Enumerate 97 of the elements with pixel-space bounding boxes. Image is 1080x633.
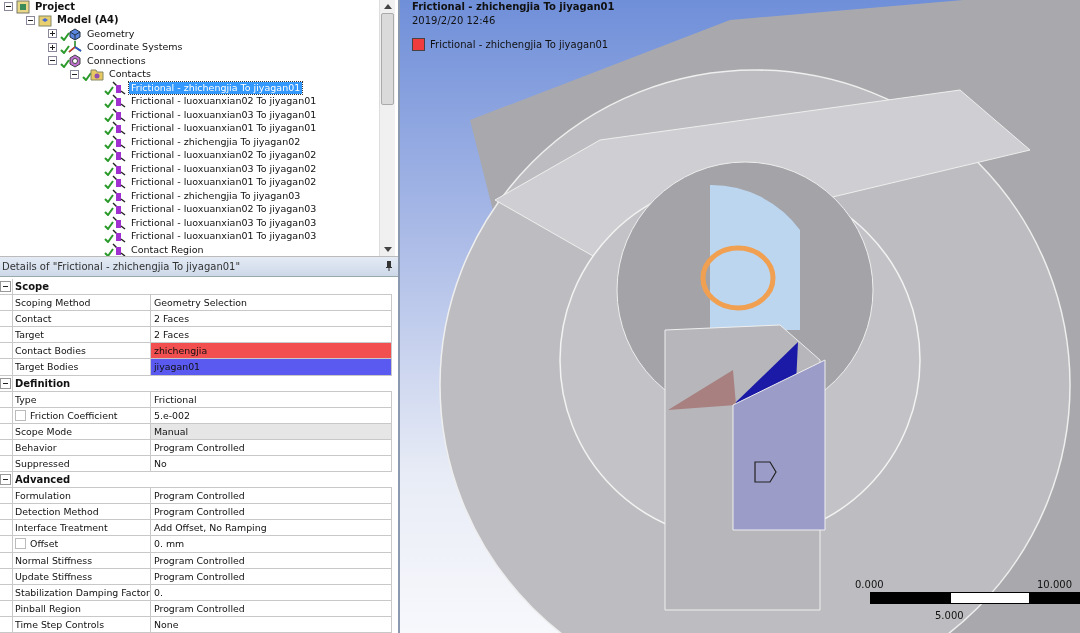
collapse-icon[interactable]: [48, 56, 57, 66]
property-value[interactable]: 2 Faces: [151, 311, 392, 327]
expand-icon[interactable]: [48, 29, 57, 39]
project-icon: [16, 0, 30, 14]
contact-icon: [112, 107, 126, 122]
tree-item[interactable]: Contact Region: [129, 243, 206, 256]
property-label: Scoping Method: [12, 295, 151, 311]
folder-icon: [90, 67, 104, 82]
scale-label: 5.000: [935, 610, 964, 621]
tree-item[interactable]: Contacts: [107, 68, 153, 81]
tree-item[interactable]: Connections: [85, 54, 148, 67]
tree-item[interactable]: Frictional - luoxuanxian03 To jiyagan03: [129, 216, 319, 229]
property-label: Update Stiffness: [12, 568, 151, 584]
contact-icon: [112, 148, 126, 163]
cube-icon: [68, 26, 82, 41]
contact-icon: [112, 94, 126, 109]
group-header[interactable]: Advanced: [12, 472, 392, 488]
contact-icon: [112, 134, 126, 149]
scroll-down-icon[interactable]: [383, 246, 392, 252]
tree-item[interactable]: Frictional - luoxuanxian03 To jiyagan01: [129, 108, 319, 121]
property-value[interactable]: Program Controlled: [151, 504, 392, 520]
contact-icon: [112, 175, 126, 190]
scroll-up-icon[interactable]: [383, 4, 392, 9]
result-title: Frictional - zhichengjia To jiyagan01: [412, 1, 615, 13]
property-label: Formulation: [12, 488, 151, 504]
property-value[interactable]: Program Controlled: [151, 600, 392, 616]
property-value[interactable]: Frictional: [151, 391, 392, 407]
expand-icon[interactable]: [48, 42, 57, 52]
contact-icon: [112, 202, 126, 217]
tree-item[interactable]: Frictional - luoxuanxian01 To jiyagan02: [129, 176, 319, 189]
group-header[interactable]: Scope: [12, 278, 392, 295]
checkbox[interactable]: [15, 538, 26, 550]
property-label: Type: [12, 391, 151, 407]
collapse-icon[interactable]: [4, 2, 13, 12]
scale-label: 10.000: [1037, 579, 1072, 591]
collapse-icon[interactable]: [0, 377, 11, 389]
property-label: Suppressed: [12, 455, 151, 472]
collapse-icon[interactable]: [26, 15, 35, 25]
property-value[interactable]: Geometry Selection: [151, 295, 392, 311]
contact-icon: [112, 161, 126, 176]
timestamp: 2019/2/20 12:46: [412, 15, 497, 27]
property-label: Interface Treatment: [12, 520, 151, 536]
legend-label: Frictional - zhichengjia To jiyagan01: [430, 39, 609, 50]
collapse-icon[interactable]: [0, 280, 11, 292]
property-label: Detection Method: [12, 504, 151, 520]
property-label: Normal Stiffness: [12, 552, 151, 568]
tree-item[interactable]: Frictional - luoxuanxian02 To jiyagan02: [129, 149, 319, 162]
group-header[interactable]: Definition: [12, 375, 392, 391]
property-value[interactable]: 0.: [151, 584, 392, 600]
property-value[interactable]: zhichengjia: [151, 343, 392, 359]
tree-item[interactable]: Coordinate Systems: [85, 41, 185, 54]
property-value[interactable]: Program Controlled: [151, 488, 392, 504]
property-value[interactable]: Add Offset, No Ramping: [151, 520, 392, 536]
property-label: Behavior: [12, 439, 151, 455]
scale-label: 0.000: [855, 579, 884, 591]
tree-item[interactable]: Frictional - luoxuanxian01 To jiyagan01: [129, 122, 319, 135]
connection-icon: [68, 53, 82, 68]
contact-icon: [112, 80, 126, 95]
contact-icon: [112, 121, 126, 136]
property-value[interactable]: None: [151, 616, 392, 632]
property-label: Pinball Region: [12, 600, 151, 616]
tree-item[interactable]: Frictional - zhichengjia To jiyagan02: [129, 135, 303, 148]
tree-item[interactable]: Geometry: [85, 27, 137, 40]
property-label: Time Step Controls: [12, 616, 151, 632]
tree-item[interactable]: Frictional - luoxuanxian03 To jiyagan02: [129, 162, 319, 175]
tree-item[interactable]: Frictional - luoxuanxian01 To jiyagan03: [129, 230, 319, 243]
property-value[interactable]: jiyagan01: [151, 359, 392, 375]
scroll-thumb[interactable]: [381, 13, 394, 105]
property-value[interactable]: 5.e-002: [151, 407, 392, 423]
property-label: Stabilization Damping Factor: [12, 584, 151, 600]
axes-icon: [68, 40, 82, 55]
pin-icon[interactable]: [386, 261, 392, 272]
property-label: Friction Coefficient: [30, 408, 118, 423]
property-value[interactable]: Program Controlled: [151, 439, 392, 455]
checkbox[interactable]: [15, 409, 26, 421]
collapse-icon[interactable]: [0, 474, 11, 486]
property-value[interactable]: 2 Faces: [151, 327, 392, 343]
contact-icon: [112, 242, 126, 256]
property-label: Target: [12, 327, 151, 343]
property-value[interactable]: Program Controlled: [151, 552, 392, 568]
contact-icon: [112, 215, 126, 230]
property-value[interactable]: No: [151, 455, 392, 472]
tree-item[interactable]: Model (A4): [55, 14, 121, 27]
model-icon: [38, 13, 52, 28]
collapse-icon[interactable]: [70, 69, 79, 79]
property-label: Offset: [30, 537, 59, 552]
tree-item[interactable]: Project: [33, 0, 78, 13]
tree-item[interactable]: Frictional - luoxuanxian02 To jiyagan01: [129, 95, 319, 108]
tree-item[interactable]: Frictional - luoxuanxian02 To jiyagan03: [129, 203, 319, 216]
details-title: Details of "Frictional - zhichengjia To jiyagan01": [2, 260, 241, 272]
contact-icon: [112, 188, 126, 203]
property-value[interactable]: Program Controlled: [151, 568, 392, 584]
tree-item[interactable]: Frictional - zhichengjia To jiyagan03: [129, 189, 303, 202]
contact-icon: [112, 229, 126, 244]
scrollbar[interactable]: [379, 0, 395, 256]
property-label: Contact: [12, 311, 151, 327]
property-value[interactable]: 0. mm: [151, 536, 392, 552]
